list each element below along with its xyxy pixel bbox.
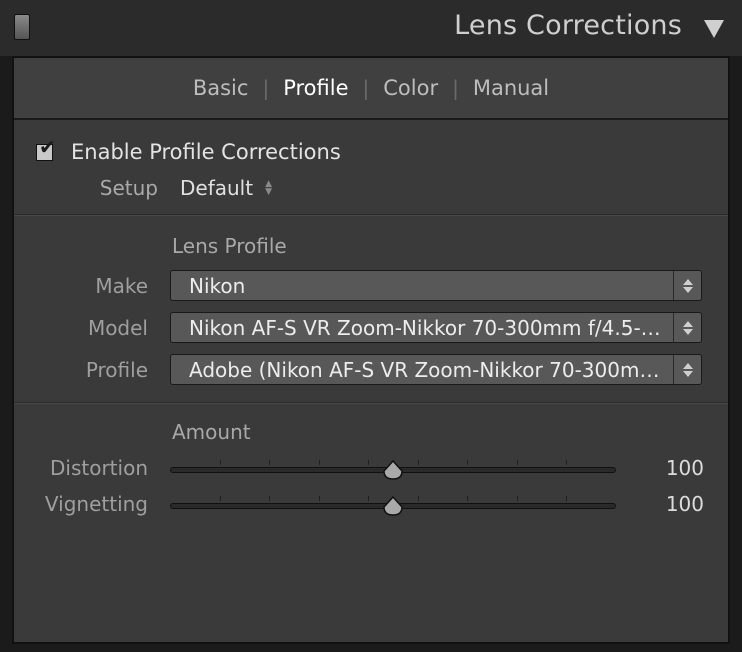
profile-value: Adobe (Nikon AF-S VR Zoom-Nikkor 70-300m… (189, 357, 673, 382)
divider (14, 214, 728, 216)
tab-bar: Basic | Profile | Color | Manual (14, 58, 728, 120)
tab-manual[interactable]: Manual (459, 76, 563, 100)
setup-value: Default (180, 176, 254, 200)
slider-tick (516, 460, 518, 465)
make-label: Make (95, 274, 148, 298)
panel-title: Lens Corrections (454, 10, 682, 41)
panel-header[interactable]: Lens Corrections (0, 0, 742, 56)
tab-separator: | (262, 76, 270, 100)
up-down-arrows-icon (673, 355, 701, 384)
profile-label: Profile (85, 358, 148, 382)
distortion-value[interactable]: 100 (666, 456, 704, 480)
make-select[interactable]: Nikon (170, 270, 702, 301)
up-down-arrows-icon (673, 271, 701, 300)
vignetting-label: Vignetting (44, 492, 148, 516)
slider-tick (417, 460, 419, 465)
slider-tick (467, 496, 469, 501)
enable-profile-row[interactable]: ✔ Enable Profile Corrections (36, 137, 341, 166)
slider-tick (219, 496, 221, 501)
slider-tick (417, 496, 419, 501)
slider-tick (269, 496, 271, 501)
checkmark-icon: ✔ (39, 134, 56, 159)
slider-tick (318, 460, 320, 465)
lens-corrections-panel: Basic | Profile | Color | Manual ✔ Enabl… (12, 56, 730, 644)
up-down-arrows-icon (673, 313, 701, 342)
up-down-arrows-icon: ▲ ▼ (265, 179, 272, 197)
tab-basic[interactable]: Basic (179, 76, 263, 100)
tab-separator: | (452, 76, 459, 100)
make-value: Nikon (189, 273, 246, 298)
slider-tick (467, 460, 469, 465)
model-value: Nikon AF-S VR Zoom-Nikkor 70-300mm f/4.5… (189, 315, 673, 340)
distortion-label: Distortion (50, 456, 148, 480)
triangle-down-icon[interactable] (704, 20, 724, 38)
tab-separator: | (362, 76, 370, 100)
slider-tick (219, 460, 221, 465)
slider-tick (368, 496, 370, 501)
model-select[interactable]: Nikon AF-S VR Zoom-Nikkor 70-300mm f/4.5… (170, 312, 702, 343)
amount-heading: Amount (172, 420, 251, 444)
profile-select[interactable]: Adobe (Nikon AF-S VR Zoom-Nikkor 70-300m… (170, 354, 702, 385)
tab-color[interactable]: Color (369, 76, 452, 100)
slider-tick (566, 496, 568, 501)
setup-dropdown[interactable]: Default ▲ ▼ (180, 176, 272, 200)
setup-label: Setup (99, 176, 158, 200)
vignetting-slider-thumb[interactable] (382, 495, 404, 517)
slider-tick (318, 496, 320, 501)
enable-profile-label: Enable Profile Corrections (71, 140, 341, 164)
panel-solo-toggle[interactable] (14, 14, 30, 40)
vignetting-value[interactable]: 100 (666, 492, 704, 516)
distortion-slider-thumb[interactable] (382, 459, 404, 481)
model-label: Model (87, 316, 148, 340)
enable-profile-checkbox[interactable]: ✔ (36, 137, 56, 161)
slider-tick (516, 496, 518, 501)
lens-profile-heading: Lens Profile (172, 234, 287, 258)
divider (14, 402, 728, 404)
slider-tick (269, 460, 271, 465)
slider-tick (566, 460, 568, 465)
slider-tick (368, 460, 370, 465)
tab-profile[interactable]: Profile (269, 76, 362, 100)
